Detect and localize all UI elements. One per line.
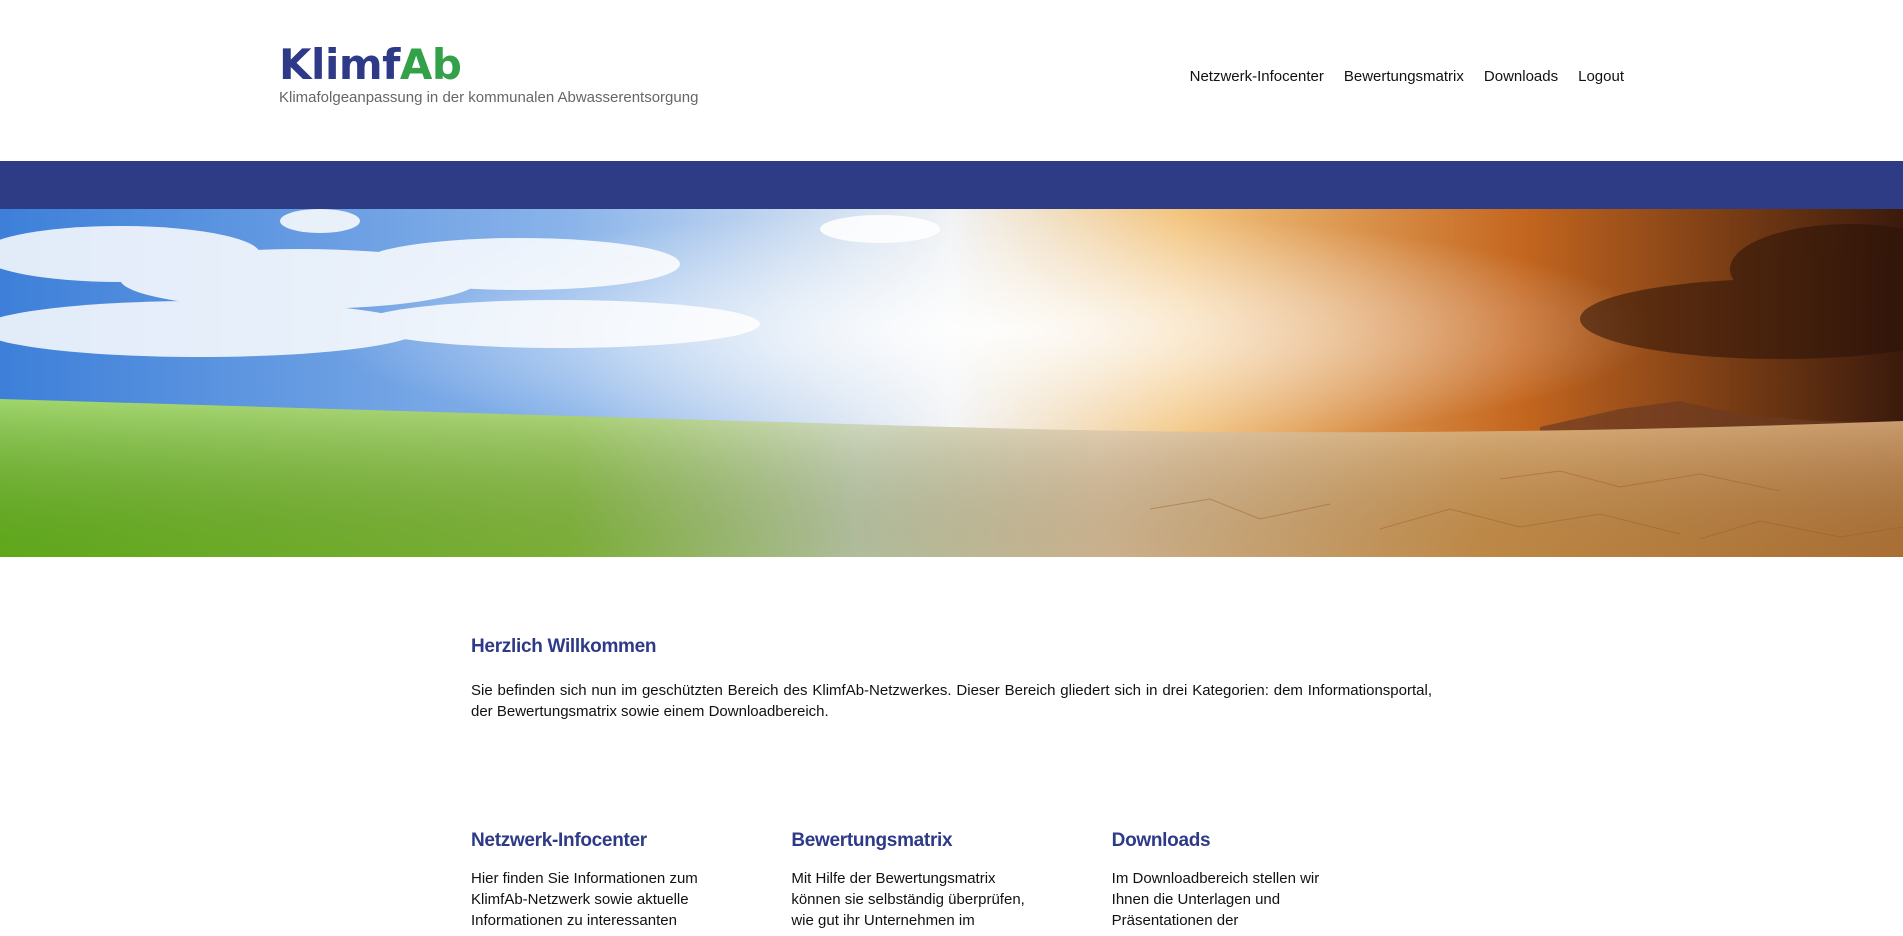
welcome-section: Herzlich Willkommen Sie befinden sich nu…	[471, 636, 1432, 722]
category-netzwerk-infocenter: Netzwerk-Infocenter Hier finden Sie Info…	[471, 830, 791, 931]
site-logo[interactable]: KlimfAb	[279, 44, 462, 86]
category-title[interactable]: Bewertungsmatrix	[791, 830, 1111, 852]
logo-wordmark: KlimfAb	[279, 40, 462, 89]
category-downloads: Downloads Im Downloadbereich stellen wir…	[1112, 830, 1432, 931]
category-text: Hier finden Sie Informationen zum KlimfA…	[471, 870, 698, 929]
site-header: KlimfAb Klimafolgeanpassung in der kommu…	[0, 0, 1903, 161]
category-columns: Netzwerk-Infocenter Hier finden Sie Info…	[471, 830, 1432, 931]
category-bewertungsmatrix: Bewertungsmatrix Mit Hilfe der Bewertung…	[791, 830, 1111, 931]
site-tagline: Klimafolgeanpassung in der kommunalen Ab…	[279, 89, 699, 106]
logo-part-ab: Ab	[399, 40, 462, 89]
nav-bewertungsmatrix[interactable]: Bewertungsmatrix	[1344, 68, 1464, 85]
category-title[interactable]: Netzwerk-Infocenter	[471, 830, 791, 852]
nav-logout[interactable]: Logout	[1578, 68, 1624, 85]
header-band	[0, 161, 1903, 209]
welcome-text: Sie befinden sich nun im geschützten Ber…	[471, 682, 1432, 720]
category-title[interactable]: Downloads	[1112, 830, 1432, 852]
category-text: Mit Hilfe der Bewertungsmatrix können si…	[791, 870, 1025, 929]
nav-netzwerk-infocenter[interactable]: Netzwerk-Infocenter	[1190, 68, 1324, 85]
logo-part-klimf: Klimf	[279, 40, 400, 89]
category-text: Im Downloadbereich stellen wir Ihnen die…	[1111, 870, 1320, 929]
nav-downloads[interactable]: Downloads	[1484, 68, 1558, 85]
main-nav: Netzwerk-Infocenter Bewertungsmatrix Dow…	[1190, 68, 1624, 85]
hero-landscape-illustration	[0, 209, 1903, 557]
welcome-title: Herzlich Willkommen	[471, 636, 657, 657]
hero-image	[0, 209, 1903, 557]
